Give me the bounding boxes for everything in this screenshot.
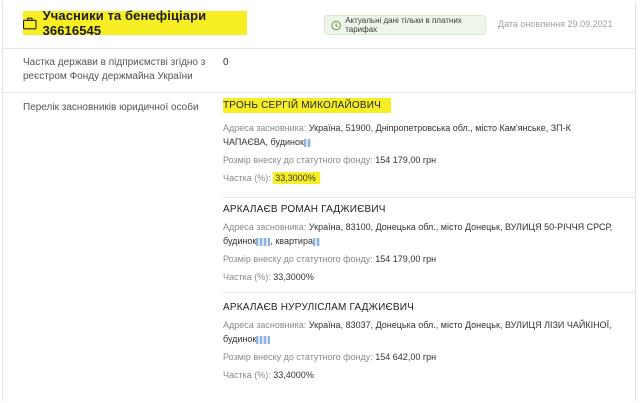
address-line: Україна, 83100, Донецька обл., місто Дон… [308,222,613,232]
capital-key: Розмір внеску до статутного фонду: [223,155,373,165]
founder-entry: АРКАЛАЄВ РОМАН ГАДЖИЄВИЧ Адреса засновни… [223,204,612,284]
founder-entry: ТРОНЬ СЕРГІЙ МИКОЛАЙОВИЧ Адреса засновни… [223,98,571,185]
title-highlight: Учасники та бенефіціари 36616545 [23,8,247,38]
masked-data-icon [256,335,271,344]
founder-capital: Розмір внеску до статутного фонду: 154 1… [223,153,571,167]
founder-address-cont: будинок , квартира [223,234,612,248]
address-line: будинок [223,236,257,246]
state-share-label: Частка держави в підприємстві згідно з р… [23,56,205,84]
capital-key: Розмір внеску до статутного фонду: [223,254,373,264]
address-line: , квартира [270,236,313,246]
founder-capital: Розмір внеску до статутного фонду: 154 1… [223,252,612,266]
panel-header: Учасники та бенефіціари 36616545 Актуаль… [0,0,640,48]
address-line: Україна, 51900, Дніпропетровська обл., м… [308,123,571,133]
share-key: Частка (%): [223,173,271,183]
founder-name-wrap: ТРОНЬ СЕРГІЙ МИКОЛАЙОВИЧ [223,98,571,117]
briefcase-icon [23,17,37,29]
address-line: ЧАПАЄВА, будинок [223,137,304,147]
divider [223,197,636,198]
state-share-label-line2: реєстром Фонду держмайна України [23,71,193,82]
founder-entry: АРКАЛАЄВ НУРУЛІСЛАМ ГАДЖИЄВИЧ Адреса зас… [223,302,612,382]
address-key: Адреса засновника: [223,123,307,133]
share-key: Частка (%): [223,370,271,380]
share-key: Частка (%): [223,272,271,282]
founder-share: Частка (%): 33,3000% [223,171,571,185]
founder-name[interactable]: АРКАЛАЄВ НУРУЛІСЛАМ ГАДЖИЄВИЧ [223,302,612,313]
founder-capital: Розмір внеску до статутного фонду: 154 6… [223,350,612,364]
paid-plan-notice[interactable]: Актуальні дані тільки в платних тарифах [324,15,486,35]
founder-address: Адреса засновника: Україна, 83037, Донец… [223,318,612,332]
divider [2,92,636,93]
capital-value: 154 642,00 грн [375,352,437,362]
founder-address: Адреса засновника: Україна, 83100, Донец… [223,220,612,234]
divider [2,48,636,49]
founder-name[interactable]: ТРОНЬ СЕРГІЙ МИКОЛАЙОВИЧ [223,98,392,113]
founder-address: Адреса засновника: Україна, 51900, Дніпр… [223,121,571,135]
page-title: Учасники та бенефіціари 36616545 [42,8,207,38]
address-key: Адреса засновника: [223,320,307,330]
founder-share: Частка (%): 33,4000% [223,368,612,382]
founder-share: Частка (%): 33,3000% [223,270,612,284]
clock-icon [331,20,341,30]
state-share-label-line1: Частка держави в підприємстві згідно з [23,57,206,68]
share-value: 33,3000% [273,172,320,184]
masked-data-icon [303,138,311,147]
masked-data-icon [256,237,271,246]
share-value: 33,3000% [273,272,314,282]
address-line: Україна, 83037, Донецька обл., місто Дон… [308,320,612,330]
update-date: Дата оновлення 29.09.2021 [498,19,613,29]
founder-address-cont: ЧАПАЄВА, будинок [223,135,571,149]
capital-value: 154 179,00 грн [375,155,437,165]
share-value: 33,4000% [273,370,314,380]
address-key: Адреса засновника: [223,222,307,232]
divider [223,292,636,293]
founder-name[interactable]: АРКАЛАЄВ РОМАН ГАДЖИЄВИЧ [223,204,612,215]
masked-data-icon [312,237,320,246]
founder-address-cont: будинок [223,332,612,346]
capital-value: 154 179,00 грн [375,254,437,264]
state-share-value: 0 [223,57,229,68]
founders-label: Перелік засновників юридичної особи [23,102,199,113]
address-line: будинок [223,334,257,344]
capital-key: Розмір внеску до статутного фонду: [223,352,373,362]
notice-text: Актуальні дані тільки в платних тарифах [345,16,462,34]
